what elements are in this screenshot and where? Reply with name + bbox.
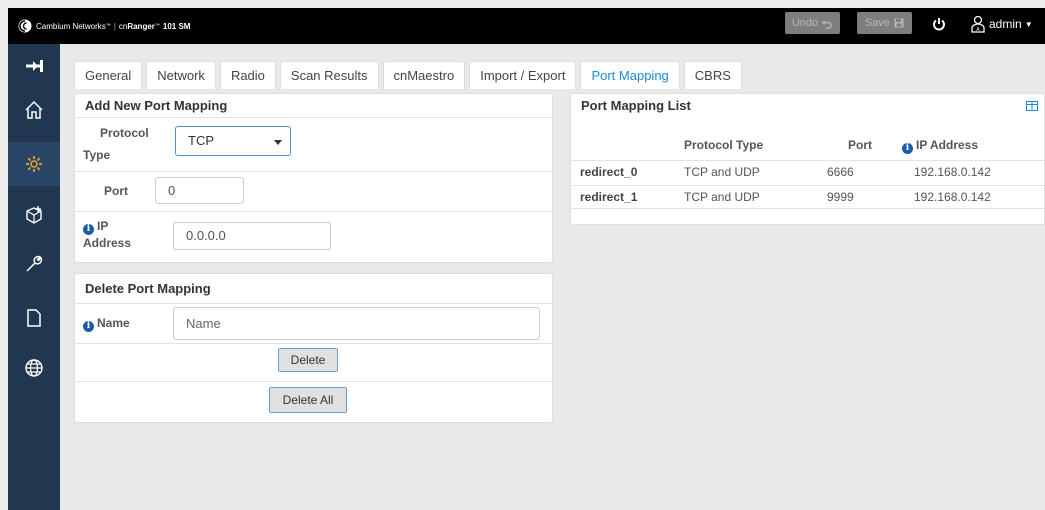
col-port[interactable]: Port: [848, 138, 872, 152]
col-ip-address[interactable]: i IP Address: [902, 138, 978, 154]
port-input[interactable]: 0: [155, 177, 244, 204]
undo-button[interactable]: Undo: [785, 12, 840, 34]
tab-general[interactable]: General: [74, 61, 143, 89]
table-header: Protocol Type Port i IP Address: [571, 134, 1044, 156]
col-protocol-type[interactable]: Protocol Type: [684, 138, 763, 152]
chevron-down-icon: ▼: [1024, 19, 1033, 29]
model-name: 101 SM: [162, 21, 191, 31]
name-input[interactable]: Name: [173, 307, 540, 340]
port-row: [75, 172, 552, 212]
sidebar-item-configure[interactable]: [8, 142, 60, 186]
add-panel-title: Add New Port Mapping: [75, 94, 552, 118]
sidebar-item-home[interactable]: [8, 88, 60, 132]
sidebar-item-globe[interactable]: [8, 346, 60, 390]
sidebar: [8, 44, 60, 510]
tab-cnmaestro[interactable]: cnMaestro: [382, 61, 466, 89]
floppy-disk-icon: [894, 18, 904, 28]
delete-all-button[interactable]: Delete All: [269, 387, 347, 413]
sidebar-item-tools[interactable]: [8, 242, 60, 286]
info-icon[interactable]: i: [902, 142, 913, 154]
info-icon[interactable]: i: [83, 223, 94, 235]
table-row[interactable]: redirect_0 TCP and UDP 6666 192.168.0.14…: [571, 160, 1044, 182]
product-prefix: cn: [118, 21, 128, 31]
port-mapping-list-panel: Port Mapping List Protocol Type Port i IP…: [570, 93, 1045, 225]
power-icon[interactable]: [932, 17, 946, 31]
delete-button[interactable]: Delete: [278, 348, 338, 372]
sidebar-item-logs[interactable]: [8, 296, 60, 340]
ip-address-input[interactable]: 0.0.0.0: [173, 222, 331, 250]
port-label: Port: [104, 184, 128, 198]
ip-address-label: i IP: [83, 219, 108, 235]
wrench-icon: [26, 255, 43, 272]
undo-icon: [822, 19, 832, 29]
user-menu[interactable]: A admin ▼: [970, 12, 1033, 36]
tab-port-mapping[interactable]: Port Mapping: [580, 61, 680, 89]
tab-cbrs[interactable]: CBRS: [683, 61, 742, 89]
table-row[interactable]: redirect_1 TCP and UDP 9999 192.168.0.14…: [571, 185, 1044, 209]
cambium-logo-icon: [18, 19, 32, 33]
sidebar-toggle[interactable]: [8, 44, 60, 88]
tab-bar: General Network Radio Scan Results cnMae…: [74, 61, 746, 89]
globe-icon: [25, 359, 43, 377]
svg-text:A: A: [976, 27, 980, 33]
tab-scan-results[interactable]: Scan Results: [279, 61, 379, 89]
tab-network[interactable]: Network: [146, 61, 216, 89]
brand: Cambium Networks ™ | cn Ranger ™ 101 SM: [8, 8, 190, 44]
ip-address-label-2: Address: [83, 236, 132, 250]
user-label: admin: [989, 17, 1022, 31]
network-add-icon: [26, 206, 42, 224]
list-panel-title: Port Mapping List: [581, 98, 691, 113]
protocol-label: Protocol: [100, 126, 149, 140]
product-name: Ranger: [127, 21, 155, 31]
protocol-label-type: Type: [83, 148, 111, 162]
tab-import-export[interactable]: Import / Export: [469, 61, 577, 89]
delete-panel-title: Delete Port Mapping: [75, 274, 552, 304]
brand-separator: |: [113, 21, 116, 31]
save-button[interactable]: Save: [857, 12, 912, 34]
info-icon[interactable]: i: [83, 320, 94, 332]
collapse-icon: [26, 60, 43, 72]
protocol-type-select[interactable]: TCP: [175, 126, 291, 156]
user-icon: A: [971, 15, 985, 33]
document-icon: [27, 309, 41, 327]
caret-down-icon: [274, 140, 282, 145]
sidebar-item-network[interactable]: [8, 194, 60, 238]
table-columns-icon[interactable]: [1026, 101, 1038, 111]
top-bar: Cambium Networks ™ | cn Ranger ™ 101 SM Und…: [8, 8, 1045, 44]
tab-radio[interactable]: Radio: [219, 61, 276, 89]
home-icon: [25, 100, 43, 119]
brand-name: Cambium Networks: [36, 21, 106, 31]
name-label: i Name: [83, 316, 130, 332]
settings-gear-icon: [26, 156, 42, 172]
